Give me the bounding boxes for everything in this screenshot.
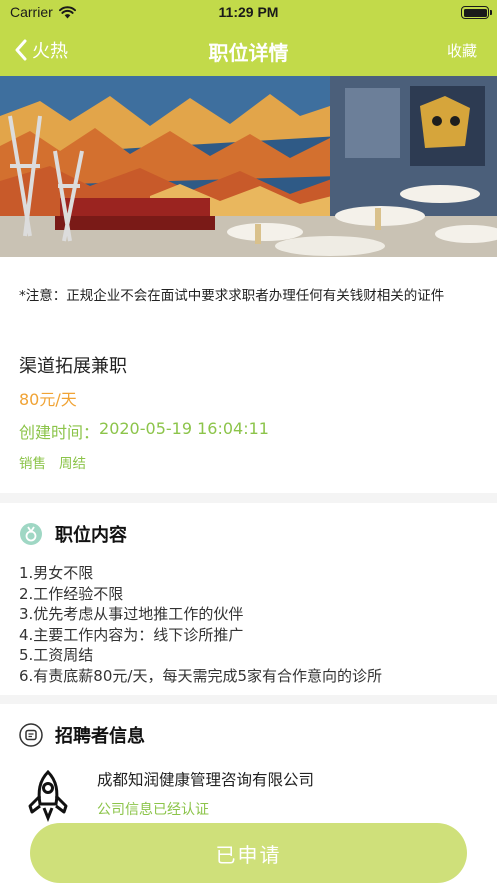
company-verified-status: 公司信息已经认证 — [97, 802, 209, 818]
job-tags: 销售 周结 — [19, 452, 86, 472]
list-item: 3.优先考虑从事过地推工作的伙伴 — [19, 605, 244, 624]
job-content-card: 职位内容 1.男女不限 2.工作经验不限 3.优先考虑从事过地推工作的伙伴 4.… — [0, 503, 497, 695]
job-banner-image — [0, 76, 497, 257]
apply-button-container: 已申请 — [30, 823, 467, 883]
job-tag: 销售 — [19, 456, 46, 472]
job-content-list: 1.男女不限 2.工作经验不限 3.优先考虑从事过地推工作的伙伴 4.主要工作内… — [19, 563, 382, 687]
list-item: 4.主要工作内容为：线下诊所推广 — [19, 625, 244, 644]
created-time-label: 创建时间： — [19, 423, 100, 442]
applied-button[interactable]: 已申请 — [30, 823, 467, 883]
page-title: 职位详情 — [208, 41, 289, 65]
job-content-header: 职位内容 — [19, 521, 127, 547]
job-content-heading: 职位内容 — [55, 525, 127, 546]
navigation-bar: 火热 职位详情 收藏 — [0, 26, 497, 76]
favorite-button[interactable]: 收藏 — [447, 40, 477, 61]
recruiter-heading: 招聘者信息 — [55, 726, 145, 747]
medal-icon — [20, 523, 42, 545]
status-time: 11:29 PM — [218, 4, 279, 20]
list-item: 2.工作经验不限 — [19, 584, 124, 603]
salary: 80元/天 — [19, 390, 77, 409]
battery-icon — [461, 6, 492, 19]
status-bar: Carrier 11:29 PM — [0, 0, 497, 26]
job-tag: 周结 — [59, 456, 86, 472]
company-name[interactable]: 成都知润健康管理咨询有限公司 — [97, 768, 314, 790]
list-item: 5.工资周结 — [19, 646, 94, 665]
job-title: 渠道拓展兼职 — [19, 356, 127, 377]
created-time-value: 2020-05-19 16:04:11 — [99, 419, 269, 438]
job-summary-card: *注意：正规企业不会在面试中要求求职者办理任何有关钱财相关的证件 渠道拓展兼职 … — [0, 257, 497, 493]
list-item: 1.男女不限 — [19, 564, 94, 582]
recruiter-header: 招聘者信息 — [19, 722, 145, 748]
rocket-icon — [28, 769, 68, 822]
warning-notice: *注意：正规企业不会在面试中要求求职者办理任何有关钱财相关的证件 — [19, 288, 445, 304]
chat-card-icon — [19, 723, 43, 747]
created-time: 创建时间： 2020-05-19 16:04:11 — [19, 419, 269, 443]
list-item: 6.有责底薪80元/天，每天需完成5家有合作意向的诊所 — [19, 666, 382, 685]
